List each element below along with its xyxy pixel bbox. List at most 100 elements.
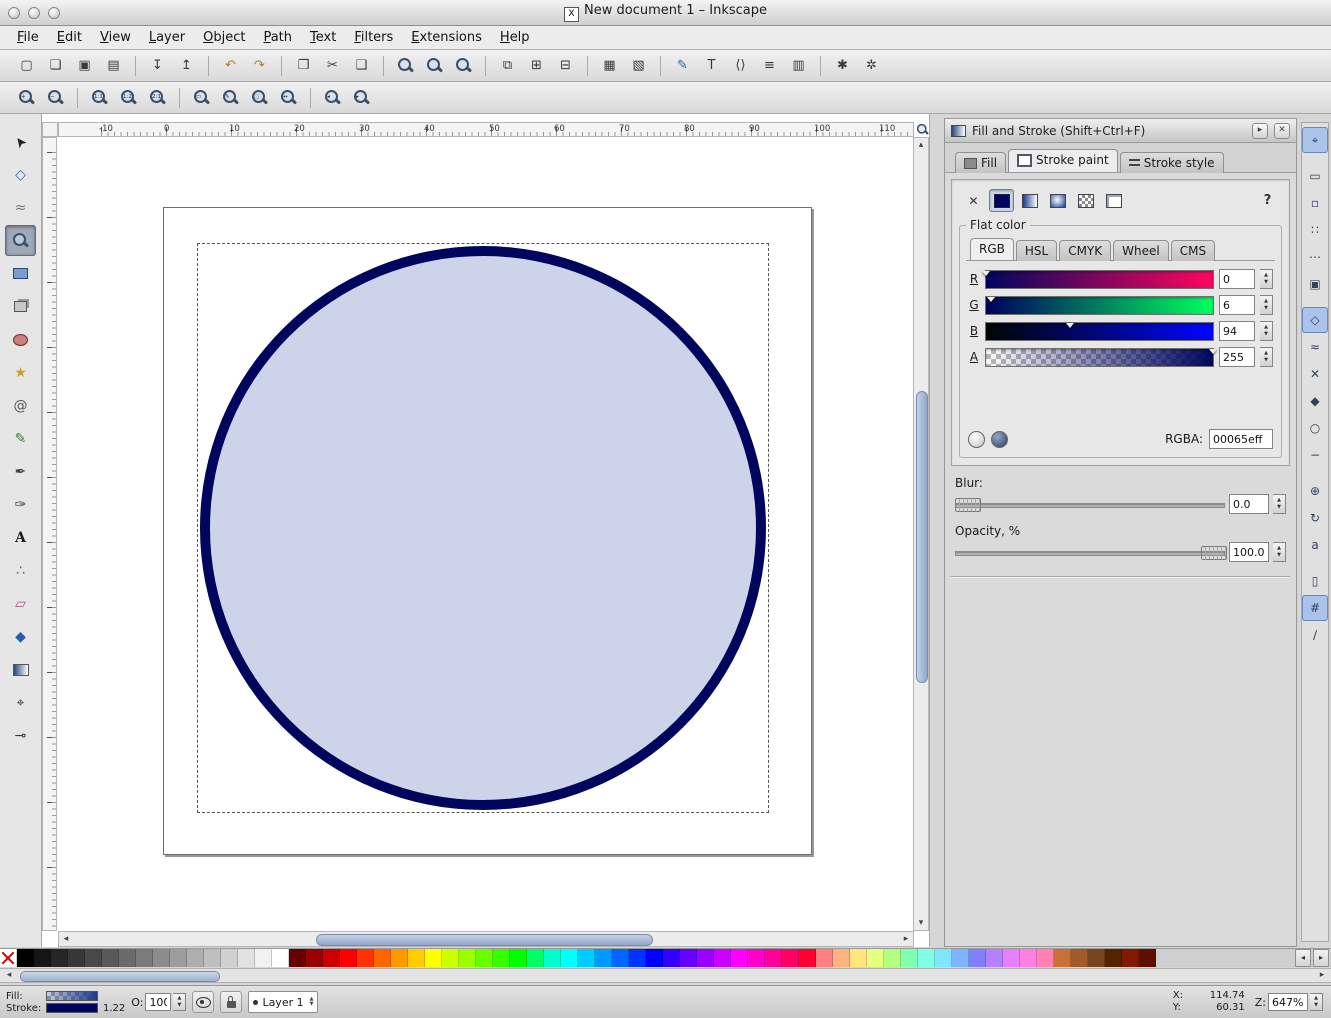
zoom-out-button[interactable]: −	[42, 84, 69, 111]
tab-stroke-style[interactable]: Stroke style	[1120, 152, 1224, 173]
palette-swatch-56[interactable]	[952, 949, 969, 967]
zoom-page-button[interactable]: ▢	[246, 84, 273, 111]
ellipse-tool-button[interactable]	[5, 324, 36, 355]
palette-swatch-36[interactable]	[612, 949, 629, 967]
palette-swatch-39[interactable]	[663, 949, 680, 967]
palette-swatch-4[interactable]	[68, 949, 85, 967]
connector-tool-button[interactable]: ⊸	[5, 720, 36, 751]
channel-g-marker[interactable]	[987, 297, 995, 302]
palette-swatch-67[interactable]	[1139, 949, 1156, 967]
fill-indicator-swatch[interactable]	[46, 991, 98, 1001]
zoom-to-page-button[interactable]	[450, 52, 477, 79]
snap-line-midpoints-button[interactable]: −	[1302, 442, 1328, 468]
zoom-tool-button[interactable]	[5, 225, 36, 256]
zoom-window-button[interactable]	[48, 7, 60, 19]
snap-bbox-edges-button[interactable]: ▫	[1302, 190, 1328, 216]
palette-swatch-58[interactable]	[986, 949, 1003, 967]
palette-scroll-right-arrow[interactable]: ▸	[1315, 969, 1329, 982]
snap-smooth-nodes-button[interactable]: ○	[1302, 415, 1328, 441]
palette-swatch-21[interactable]	[357, 949, 374, 967]
palette-swatch-12[interactable]	[204, 949, 221, 967]
dialog-close-button[interactable]: ✕	[1274, 123, 1290, 139]
snap-bbox-corners-button[interactable]: ∷	[1302, 217, 1328, 243]
palette-swatch-38[interactable]	[646, 949, 663, 967]
layer-selector[interactable]: Layer 1 ▲▼	[248, 991, 318, 1013]
snap-rotation-centers-button[interactable]: ↻	[1302, 505, 1328, 531]
save-document-button[interactable]: ▣	[71, 52, 98, 79]
tab-cms[interactable]: CMS	[1171, 240, 1215, 261]
menu-extensions[interactable]: Extensions	[402, 26, 491, 50]
snap-enable-button[interactable]: ⌖	[1302, 127, 1328, 153]
palette-swatch-42[interactable]	[714, 949, 731, 967]
fill-stroke-dialog-button[interactable]: ✎	[669, 52, 696, 79]
duplicate-button[interactable]: ⧉	[494, 52, 521, 79]
palette-swatch-1[interactable]	[17, 949, 34, 967]
zoom-1-2-button[interactable]: 1:2	[115, 84, 142, 111]
snap-grid-button[interactable]: #	[1302, 595, 1328, 621]
zoom-to-selection-button[interactable]	[392, 52, 419, 79]
palette-scroll-left-arrow[interactable]: ◂	[2, 969, 16, 982]
previous-color-swatch[interactable]	[968, 431, 985, 448]
export-bitmap-button[interactable]: ↥	[173, 52, 200, 79]
cut-button[interactable]: ✂	[319, 52, 346, 79]
undo-button[interactable]: ↶	[217, 52, 244, 79]
spray-tool-button[interactable]: ∴	[5, 555, 36, 586]
snap-page-border-button[interactable]: ▯	[1302, 568, 1328, 594]
palette-swatch-54[interactable]	[918, 949, 935, 967]
palette-swatch-50[interactable]	[850, 949, 867, 967]
zoom-page-width-button[interactable]: ↔	[275, 84, 302, 111]
palette-right-arrow[interactable]: ▸	[1313, 949, 1329, 967]
zoom-selection-button[interactable]: ▭	[188, 84, 215, 111]
palette-swatch-33[interactable]	[561, 949, 578, 967]
palette-scrollbar[interactable]: ◂ ▸	[0, 968, 1331, 983]
zoom-previous-button[interactable]: ◂	[319, 84, 346, 111]
palette-swatch-52[interactable]	[884, 949, 901, 967]
channel-g-spinner[interactable]: ▲▼	[1260, 295, 1273, 315]
flat-color-button[interactable]	[989, 189, 1014, 212]
opacity-slider[interactable]	[955, 545, 1225, 560]
opacity-spinner[interactable]: ▲▼	[1273, 542, 1286, 562]
snap-object-centers-button[interactable]: ⊕	[1302, 478, 1328, 504]
dialog-detach-button[interactable]: ▸	[1252, 123, 1268, 139]
rgba-input[interactable]	[1209, 429, 1273, 449]
pencil-tool-button[interactable]: ✎	[5, 423, 36, 454]
palette-swatch-22[interactable]	[374, 949, 391, 967]
circle-shape[interactable]	[200, 246, 766, 810]
scroll-down-arrow[interactable]: ▾	[914, 916, 928, 930]
palette-swatch-51[interactable]	[867, 949, 884, 967]
menu-filters[interactable]: Filters	[345, 26, 402, 50]
palette-swatch-47[interactable]	[799, 949, 816, 967]
layer-visibility-button[interactable]	[192, 991, 214, 1013]
minimize-button[interactable]	[28, 7, 40, 19]
ruler-corner-zoom-icon[interactable]	[914, 122, 930, 137]
channel-r-slider[interactable]	[985, 270, 1214, 289]
snap-paths-button[interactable]: ≈	[1302, 334, 1328, 360]
opacity-slider-handle[interactable]	[1201, 546, 1227, 560]
channel-b-input[interactable]	[1219, 321, 1255, 341]
palette-swatch-24[interactable]	[408, 949, 425, 967]
linear-gradient-button[interactable]	[1017, 189, 1042, 212]
stroke-indicator-swatch[interactable]	[46, 1003, 98, 1013]
palette-swatch-55[interactable]	[935, 949, 952, 967]
blur-input[interactable]	[1229, 494, 1269, 514]
palette-swatch-28[interactable]	[476, 949, 493, 967]
opacity-input[interactable]	[1229, 542, 1269, 562]
menu-path[interactable]: Path	[254, 26, 301, 50]
palette-swatch-48[interactable]	[816, 949, 833, 967]
master-opacity-input[interactable]	[145, 993, 171, 1011]
palette-swatch-60[interactable]	[1020, 949, 1037, 967]
palette-swatch-7[interactable]	[119, 949, 136, 967]
horizontal-ruler[interactable]: -100102030405060708090100110	[58, 122, 914, 137]
palette-swatch-16[interactable]	[272, 949, 289, 967]
calligraphy-tool-button[interactable]: ✑	[5, 489, 36, 520]
palette-swatch-41[interactable]	[697, 949, 714, 967]
zoom-in-button[interactable]: +	[13, 84, 40, 111]
tab-cmyk[interactable]: CMYK	[1059, 240, 1111, 261]
palette-swatch-63[interactable]	[1071, 949, 1088, 967]
snap-bbox-centers-button[interactable]: ▣	[1302, 271, 1328, 297]
selector-tool-button[interactable]: ➤	[5, 126, 36, 157]
palette-swatch-11[interactable]	[187, 949, 204, 967]
tab-rgb[interactable]: RGB	[970, 238, 1014, 260]
channel-r-input[interactable]	[1219, 269, 1255, 289]
no-paint-button[interactable]: ✕	[961, 189, 986, 212]
